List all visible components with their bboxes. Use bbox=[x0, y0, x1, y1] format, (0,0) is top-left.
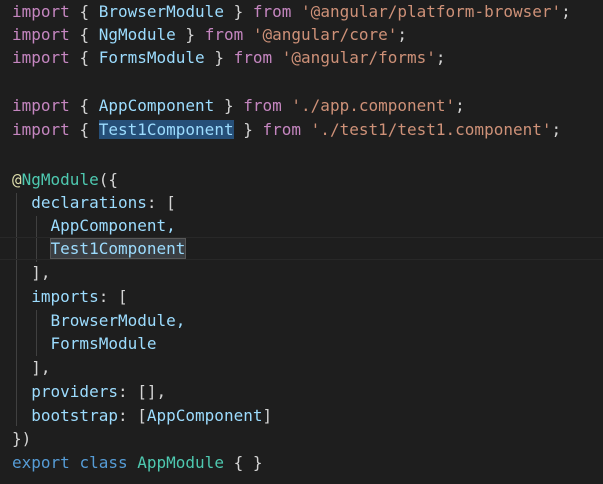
property-declarations: declarations bbox=[31, 193, 147, 212]
module-path-string: './app.component' bbox=[291, 96, 456, 115]
keyword-from: from bbox=[233, 48, 273, 67]
decorator-name: NgModule bbox=[21, 170, 99, 189]
keyword-export: export bbox=[12, 453, 70, 472]
property-imports: imports bbox=[31, 287, 99, 306]
array-close: ], bbox=[31, 263, 51, 282]
class-name: AppModule bbox=[137, 453, 224, 472]
code-line-11[interactable]: Test1Component bbox=[12, 237, 187, 260]
bootstrap-item: AppComponent bbox=[146, 406, 263, 425]
module-path-string: './test1/test1.component' bbox=[310, 120, 552, 139]
code-line-16[interactable]: ], bbox=[12, 356, 51, 379]
code-line-17[interactable]: providers: [], bbox=[12, 380, 166, 403]
keyword-import: import bbox=[12, 48, 70, 67]
keyword-import: import bbox=[12, 25, 70, 44]
selected-identifier[interactable]: Test1Component bbox=[98, 120, 234, 139]
code-line-2[interactable]: import { NgModule } from '@angular/core'… bbox=[12, 23, 407, 46]
declaration-item: AppComponent, bbox=[50, 216, 176, 235]
module-path-string: '@angular/platform-browser' bbox=[301, 2, 562, 21]
array-open: : [ bbox=[98, 287, 128, 306]
code-editor[interactable]: import { BrowserModule } from '@angular/… bbox=[0, 0, 603, 484]
keyword-import: import bbox=[12, 96, 70, 115]
code-line-6[interactable]: import { Test1Component } from './test1/… bbox=[12, 118, 561, 141]
keyword-class: class bbox=[79, 453, 128, 472]
providers-value: : [], bbox=[117, 382, 167, 401]
brace-close: } bbox=[243, 120, 253, 139]
brace-open: { bbox=[79, 25, 90, 44]
array-close: ], bbox=[31, 358, 51, 377]
code-line-9[interactable]: declarations: [ bbox=[12, 191, 176, 214]
code-line-14[interactable]: BrowserModule, bbox=[12, 309, 186, 332]
code-line-8[interactable]: @NgModule({ bbox=[12, 168, 118, 191]
decorator-open: ({ bbox=[98, 170, 118, 189]
class-body: { } bbox=[233, 453, 263, 472]
keyword-from: from bbox=[243, 96, 282, 115]
array-close: ] bbox=[262, 406, 273, 425]
code-line-19[interactable]: }) bbox=[12, 427, 31, 450]
import-identifier: BrowserModule bbox=[98, 2, 224, 21]
import-item: BrowserModule, bbox=[50, 311, 186, 330]
code-line-18[interactable]: bootstrap: [AppComponent] bbox=[12, 404, 272, 427]
brace-close: } bbox=[185, 25, 196, 44]
property-bootstrap: bootstrap bbox=[31, 406, 118, 425]
brace-open: { bbox=[79, 120, 90, 139]
code-line-1[interactable]: import { BrowserModule } from '@angular/… bbox=[12, 0, 571, 23]
semicolon: ; bbox=[435, 48, 446, 67]
semicolon: ; bbox=[455, 96, 465, 115]
brace-close: } bbox=[223, 96, 234, 115]
array-open: : [ bbox=[117, 406, 147, 425]
import-identifier: NgModule bbox=[98, 25, 176, 44]
keyword-import: import bbox=[12, 120, 70, 139]
import-item: FormsModule bbox=[50, 334, 157, 353]
semicolon: ; bbox=[561, 2, 571, 21]
semicolon: ; bbox=[551, 120, 562, 139]
array-open: : [ bbox=[146, 193, 176, 212]
module-path-string: '@angular/core' bbox=[252, 25, 398, 44]
keyword-from: from bbox=[204, 25, 244, 44]
keyword-from: from bbox=[252, 2, 292, 21]
keyword-from: from bbox=[262, 120, 302, 139]
code-line-10[interactable]: AppComponent, bbox=[12, 214, 176, 237]
semicolon: ; bbox=[397, 25, 408, 44]
code-line-3[interactable]: import { FormsModule } from '@angular/fo… bbox=[12, 46, 446, 69]
module-path-string: '@angular/forms' bbox=[281, 48, 436, 67]
code-line-13[interactable]: imports: [ bbox=[12, 285, 128, 308]
code-line-5[interactable]: import { AppComponent } from './app.comp… bbox=[12, 94, 465, 117]
brace-close: } bbox=[233, 2, 244, 21]
code-line-15[interactable]: FormsModule bbox=[12, 332, 157, 355]
brace-close: } bbox=[214, 48, 224, 67]
code-line-12[interactable]: ], bbox=[12, 261, 51, 284]
code-line-20[interactable]: export class AppModule { } bbox=[12, 451, 263, 474]
decorator-close: }) bbox=[12, 429, 32, 448]
brace-open: { bbox=[79, 48, 90, 67]
brace-open: { bbox=[79, 96, 90, 115]
import-identifier: FormsModule bbox=[98, 48, 205, 67]
decorator-at: @ bbox=[12, 170, 22, 189]
highlighted-occurrence[interactable]: Test1Component bbox=[49, 238, 187, 259]
brace-open: { bbox=[79, 2, 90, 21]
import-identifier: AppComponent bbox=[98, 96, 215, 115]
property-providers: providers bbox=[31, 382, 118, 401]
keyword-import: import bbox=[12, 2, 70, 21]
